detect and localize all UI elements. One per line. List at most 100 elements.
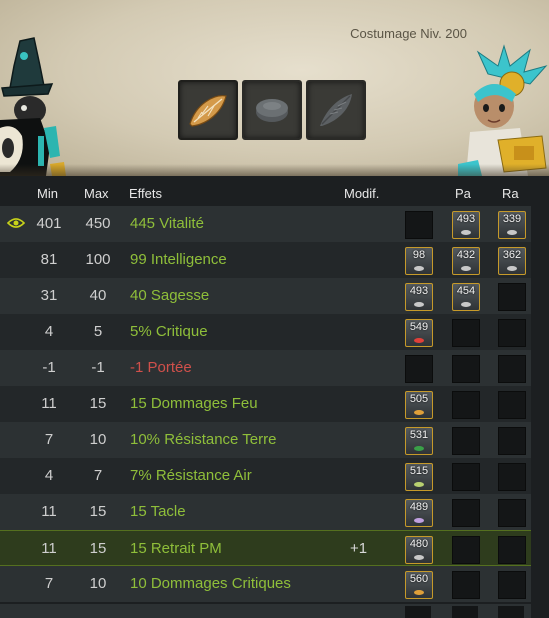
table-row[interactable]: 31 40 40 Sagesse 493 454 [0,278,531,314]
rune-slot-filled[interactable]: 454 [452,283,480,311]
rune-slot-empty[interactable] [498,427,526,455]
rune-slot-empty[interactable] [498,606,524,618]
rune-count: 549 [409,321,429,333]
rune-slot-filled[interactable]: 489 [405,499,433,527]
rune-gem-icon [461,230,471,235]
rune-gem-icon [461,302,471,307]
rune-leaf-icon [189,95,227,127]
table-row[interactable]: 11 15 15 Retrait PM +1 480 [0,530,531,566]
rune-gem-icon [414,446,424,451]
table-row[interactable]: 7 10 10 Dommages Critiques 560 [0,566,531,602]
rune-slot-filled[interactable]: 362 [498,247,526,275]
cell-effect: 445 Vitalité [130,215,204,232]
cell-min: 4 [44,323,54,340]
rune-slot-filled[interactable]: 493 [405,283,433,311]
rune-slot-empty[interactable] [452,463,480,491]
rune-slot-empty[interactable] [405,355,433,383]
rune-slot-empty[interactable] [452,499,480,527]
cell-effect: 99 Intelligence [130,251,227,268]
cell-max: 40 [89,287,107,304]
rune-slot-filled[interactable]: 493 [452,211,480,239]
rune-slot-empty[interactable] [452,571,480,599]
header-min: Min [37,186,58,201]
cell-effect: 10 Dommages Critiques [130,575,291,592]
rune-slot-empty[interactable] [452,355,480,383]
rune-slot-empty[interactable] [452,536,480,564]
table-row[interactable]: -1 -1 -1 Portée [0,350,531,386]
rune-slot-empty[interactable] [452,427,480,455]
rune-slot-filled[interactable]: 432 [452,247,480,275]
rune-gem-icon [414,410,424,415]
cell-min: 11 [41,395,57,412]
cell-min: 4 [44,467,54,484]
character-avatar-right [458,44,548,176]
cell-modif: +1 [350,540,368,557]
header-pa: Pa [455,186,471,201]
rune-slot-empty[interactable] [405,606,431,618]
table-row[interactable]: 7 10 10% Résistance Terre 531 [0,422,531,458]
rune-slot-filled[interactable]: 505 [405,391,433,419]
eye-icon[interactable] [7,217,25,229]
cell-min: 7 [44,431,54,448]
rune-slot-filled[interactable]: 339 [498,211,526,239]
rune-gem-icon [414,302,424,307]
rune-gem-icon [414,518,424,523]
table-row[interactable]: 4 5 5% Critique 549 [0,314,531,350]
table-row[interactable]: 11 15 15 Tacle 489 [0,494,531,530]
rune-slot-filled[interactable]: 549 [405,319,433,347]
rune-slot-empty[interactable] [498,536,526,564]
cell-min: -1 [42,359,56,376]
rune-gem-icon [414,590,424,595]
rune-count: 480 [409,538,429,550]
rune-slot-filled[interactable]: 560 [405,571,433,599]
cell-max: 15 [89,503,107,520]
cell-effect: 15 Dommages Feu [130,395,258,412]
rune-count: 454 [456,285,476,297]
rune-slot-empty[interactable] [452,606,478,618]
cell-effect: -1 Portée [130,359,192,376]
rune-slot-empty[interactable] [498,463,526,491]
cell-effect: 7% Résistance Air [130,467,252,484]
stone-icon [256,99,288,122]
rune-slot-filled[interactable]: 480 [405,536,433,564]
rune-slot-filled[interactable]: 531 [405,427,433,455]
rune-count: 505 [409,393,429,405]
rune-count: 560 [409,573,429,585]
cell-max: 10 [89,431,107,448]
rune-count: 531 [409,429,429,441]
character-avatar-left [0,37,66,176]
rune-slot-filled[interactable]: 98 [405,247,433,275]
table-header: Min Max Effets Modif. Pa Ra [0,183,549,205]
table-row[interactable]: 11 15 15 Dommages Feu 505 [0,386,531,422]
cell-effect: 40 Sagesse [130,287,210,304]
slot-stone[interactable] [242,80,302,140]
table-row[interactable]: 4 7 7% Résistance Air 515 [0,458,531,494]
rune-gem-icon [414,555,424,560]
cell-max: 15 [89,395,107,412]
slot-feather[interactable] [306,80,366,140]
cell-max: 100 [85,251,111,268]
rune-slot-empty[interactable] [498,391,526,419]
rune-slot-empty[interactable] [498,571,526,599]
slot-rune-leaf[interactable] [178,80,238,140]
cell-max: 450 [85,215,111,232]
cell-effect: 10% Résistance Terre [130,431,277,448]
cell-min: 81 [40,251,58,268]
header-effects: Effets [129,186,163,201]
rune-slot-filled[interactable]: 515 [405,463,433,491]
rune-slot-empty[interactable] [452,319,480,347]
cell-max: -1 [91,359,105,376]
table-row[interactable]: 401 450 445 Vitalité 493 339 [0,206,531,242]
cell-min: 11 [41,503,57,520]
rune-count: 493 [456,213,476,225]
rune-slot-empty[interactable] [498,499,526,527]
header-ra: Ra [502,186,519,201]
rune-slot-empty[interactable] [498,283,526,311]
table-row[interactable]: 81 100 99 Intelligence 98 432 362 [0,242,531,278]
rune-slot-empty[interactable] [452,391,480,419]
rune-slot-empty[interactable] [405,211,433,239]
item-level-title: Costumage Niv. 200 [350,26,467,41]
cell-effect: 5% Critique [130,323,208,340]
rune-slot-empty[interactable] [498,355,526,383]
rune-slot-empty[interactable] [498,319,526,347]
